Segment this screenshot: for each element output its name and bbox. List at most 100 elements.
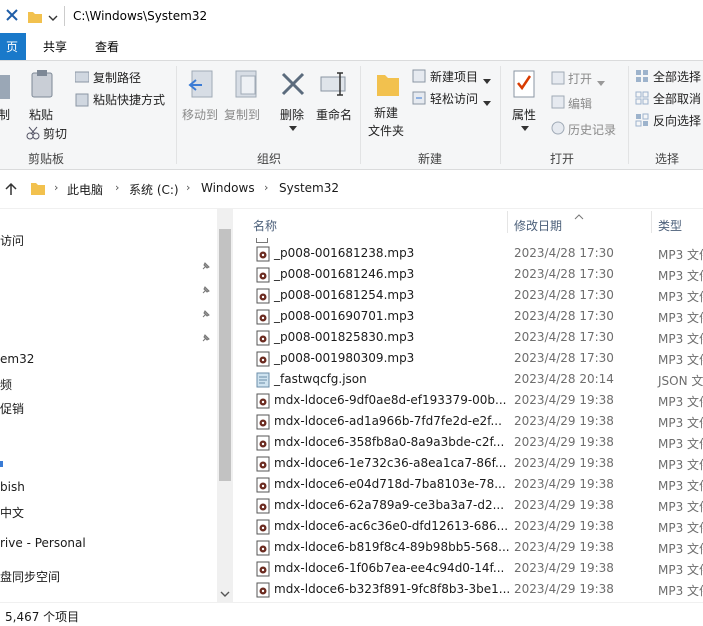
- chevron-down-icon[interactable]: [597, 76, 605, 90]
- breadcrumb-system32[interactable]: System32: [279, 181, 339, 195]
- table-row[interactable]: mdx-ldoce6-e04d718d-7ba8103e-78... 2023/4…: [236, 474, 703, 495]
- table-row[interactable]: _p008-001681254.mp3 2023/4/28 17:30 MP3 文件: [236, 285, 703, 306]
- delete-icon[interactable]: [280, 71, 306, 100]
- column-divider[interactable]: [651, 211, 652, 233]
- column-divider[interactable]: [507, 211, 508, 233]
- close-icon[interactable]: [4, 7, 20, 26]
- table-row[interactable]: mdx-ldoce6-b323f891-9fc8f8b3-3be1... 2023…: [236, 579, 703, 600]
- item-count: 5,467 个项目: [5, 610, 80, 624]
- paste-button[interactable]: 粘贴: [29, 106, 53, 123]
- nav-item-chinese[interactable]: 中文: [0, 504, 24, 521]
- chevron-right-icon[interactable]: ›: [115, 181, 119, 194]
- pin-icon[interactable]: [201, 308, 211, 318]
- paste-icon[interactable]: [30, 69, 54, 102]
- chevron-down-icon[interactable]: [483, 96, 491, 110]
- move-to-button[interactable]: 移动到: [182, 106, 218, 123]
- up-arrow-icon[interactable]: [5, 182, 17, 199]
- chevron-down-icon[interactable]: [220, 588, 230, 602]
- address-bar[interactable]: [0, 170, 703, 209]
- file-type: MP3 文件: [658, 563, 703, 577]
- tab-view[interactable]: 查看: [95, 38, 119, 55]
- nav-item-promo[interactable]: 促销: [0, 400, 24, 417]
- table-row[interactable]: mdx-ldoce6-62a789a9-ce3ba3a7-d2... 2023/4…: [236, 495, 703, 516]
- table-row[interactable]: _p008-001681238.mp3 2023/4/28 17:30 MP3 文件: [236, 243, 703, 264]
- breadcrumb-windows[interactable]: Windows: [201, 181, 255, 195]
- paste-shortcut-button[interactable]: 粘贴快捷方式: [93, 91, 165, 108]
- nav-scrollbar-thumb[interactable]: [219, 229, 231, 481]
- file-date: 2023/4/29 19:38: [514, 540, 614, 554]
- chevron-down-icon[interactable]: [521, 121, 529, 135]
- chevron-right-icon[interactable]: ›: [186, 181, 190, 194]
- select-none-button[interactable]: 全部取消: [653, 90, 701, 107]
- nav-item-bish[interactable]: bish: [0, 480, 25, 494]
- new-item-button[interactable]: 新建项目: [430, 68, 478, 85]
- pin-icon[interactable]: [201, 260, 211, 270]
- file-type: MP3 文件: [658, 584, 703, 598]
- breadcrumb-system-drive[interactable]: 系统 (C:): [129, 181, 179, 198]
- nav-item-onedrive-personal[interactable]: rive - Personal: [0, 536, 86, 550]
- new-folder-label-2[interactable]: 文件夹: [368, 122, 404, 139]
- table-row[interactable]: mdx-ldoce6-ac6c36e0-dfd12613-686... 2023/…: [236, 516, 703, 537]
- table-row[interactable]: _fastwqcfg.json 2023/4/28 20:14 JSON 文件: [236, 369, 703, 390]
- rename-icon[interactable]: [320, 71, 350, 100]
- nav-item-system32[interactable]: em32: [0, 352, 34, 366]
- chevron-down-icon[interactable]: [483, 74, 491, 88]
- file-date: 2023/4/29 19:38: [514, 435, 614, 449]
- audio-file-icon: [256, 288, 270, 307]
- ribbon-separator: [176, 66, 177, 164]
- chevron-right-icon[interactable]: ›: [54, 181, 58, 194]
- tab-home[interactable]: 页: [0, 33, 27, 60]
- pin-icon[interactable]: [201, 284, 211, 294]
- new-folder-icon[interactable]: [376, 71, 400, 100]
- chevron-down-icon[interactable]: [289, 121, 297, 135]
- table-row[interactable]: _p008-001825830.mp3 2023/4/28 17:30 MP3 文件: [236, 327, 703, 348]
- table-row[interactable]: mdx-ldoce6-1e732c36-a8ea1ca7-86f... 2023/…: [236, 453, 703, 474]
- table-row[interactable]: mdx-ldoce6-358fb8a0-8a9a3bde-c2f... 2023/…: [236, 432, 703, 453]
- move-to-icon[interactable]: [188, 69, 216, 102]
- clipboard-group-label: 剪贴板: [28, 152, 65, 166]
- chevron-down-icon[interactable]: [48, 12, 58, 26]
- nav-item-sync-space[interactable]: 盘同步空间: [0, 568, 60, 585]
- table-row[interactable]: _p008-001681246.mp3 2023/4/28 17:30 MP3 文件: [236, 264, 703, 285]
- pin-quick-access-button[interactable]: 制: [0, 106, 10, 123]
- file-date: 2023/4/29 19:38: [514, 414, 614, 428]
- file-date: 2023/4/28 17:30: [514, 267, 614, 281]
- file-name: _p008-001681246.mp3: [274, 267, 415, 281]
- nav-item-quick-access[interactable]: 访问: [0, 232, 24, 249]
- invert-selection-button[interactable]: 反向选择: [653, 112, 701, 129]
- table-row[interactable]: mdx-ldoce6-1f06b7ea-ee4c94d0-14f... 2023/…: [236, 558, 703, 579]
- copy-path-button[interactable]: 复制路径: [93, 69, 141, 86]
- tab-share[interactable]: 共享: [43, 38, 67, 55]
- copy-to-button[interactable]: 复制到: [224, 106, 260, 123]
- table-row[interactable]: _p008-001690701.mp3 2023/4/28 17:30 MP3 文件: [236, 306, 703, 327]
- table-row[interactable]: _p008-001980309.mp3 2023/4/28 17:30 MP3 文件: [236, 348, 703, 369]
- table-row[interactable]: mdx-ldoce6-b819f8c4-89b98bb5-568... 2023/…: [236, 537, 703, 558]
- properties-icon[interactable]: [512, 69, 536, 102]
- column-header-date[interactable]: 修改日期: [514, 217, 562, 234]
- rename-button[interactable]: 重命名: [316, 106, 352, 123]
- nav-item-video[interactable]: 频: [0, 376, 12, 393]
- table-row[interactable]: mdx-ldoce6-9df0ae8d-ef193379-00b... 2023/…: [236, 390, 703, 411]
- select-all-button[interactable]: 全部选择: [653, 68, 701, 85]
- open-button[interactable]: 打开: [568, 70, 592, 87]
- copy-to-icon[interactable]: [232, 69, 260, 102]
- new-folder-label[interactable]: 新建: [374, 104, 398, 121]
- audio-file-icon: [256, 519, 270, 538]
- cut-button[interactable]: 剪切: [43, 125, 67, 142]
- file-date: 2023/4/29 19:38: [514, 582, 614, 596]
- file-type: MP3 文件: [658, 437, 703, 451]
- edit-button[interactable]: 编辑: [568, 95, 592, 112]
- json-file-icon: [256, 372, 270, 391]
- column-header-name[interactable]: 名称: [253, 217, 277, 234]
- chevron-right-icon[interactable]: ›: [264, 181, 268, 194]
- audio-file-icon: [256, 330, 270, 349]
- table-row[interactable]: mdx-ldoce6-ad1a966b-7fd7fe2d-e2f... 2023/…: [236, 411, 703, 432]
- file-type: MP3 文件: [658, 500, 703, 514]
- easy-access-button[interactable]: 轻松访问: [430, 90, 478, 107]
- file-name: mdx-ldoce6-b819f8c4-89b98bb5-568...: [274, 540, 510, 554]
- history-button[interactable]: 历史记录: [568, 121, 616, 138]
- file-date: 2023/4/29 19:38: [514, 561, 614, 575]
- pin-icon[interactable]: [201, 332, 211, 342]
- breadcrumb-this-pc[interactable]: 此电脑: [67, 181, 103, 198]
- column-header-type[interactable]: 类型: [658, 217, 682, 234]
